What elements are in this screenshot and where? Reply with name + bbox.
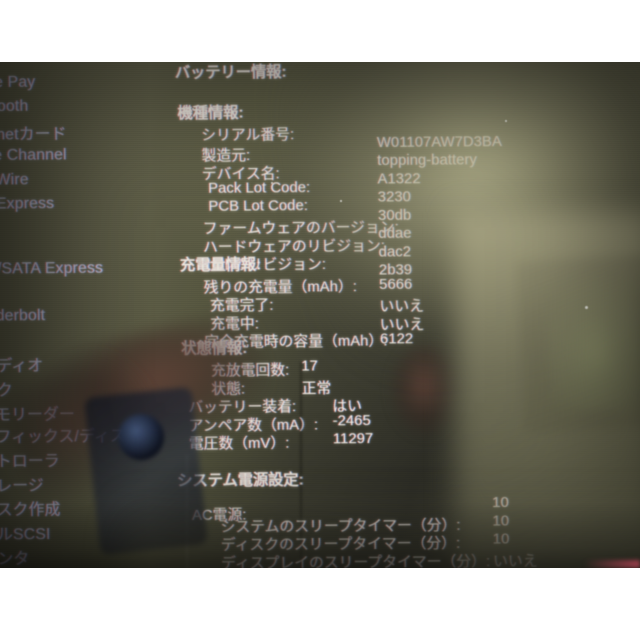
- row-label-pack-lot: Pack Lot Code:: [208, 179, 311, 197]
- letterbox-bottom: [0, 568, 640, 640]
- row-label-voltage: 電圧数（mV）:: [188, 435, 290, 453]
- bezel-glint: [584, 560, 640, 568]
- battery-detail-pane: バッテリー情報: 機種情報: シリアル番号: W01107AW7D3BA 製造元…: [0, 62, 640, 568]
- dust-speck: [585, 306, 588, 309]
- section-heading-power-settings: システム電源設定:: [177, 471, 304, 490]
- section-heading-health: 状態情報:: [181, 339, 248, 358]
- dust-speck: [340, 200, 342, 202]
- section-heading-charge: 充電量情報:: [179, 256, 262, 275]
- dust-speck: [192, 108, 194, 110]
- row-value-system-sleep-timer: 10: [492, 494, 509, 512]
- row-value-pack-lot: 3230: [377, 189, 412, 206]
- laptop-screen: …e Pay …tooth …rnetカード …e Channel …Wire …: [0, 62, 640, 568]
- row-value-hw-revision: dac2: [378, 243, 412, 261]
- dust-speck: [505, 120, 507, 122]
- row-value-device-name: A1322: [377, 170, 421, 188]
- row-label-display-sleep-timer: ディスプレイのスリープタイマー（分）:: [221, 553, 491, 568]
- row-value-disk-sleep-timer: 10: [492, 513, 510, 530]
- row-value-display-sleep-timer: 10: [492, 531, 510, 548]
- row-value-voltage: 11297: [332, 431, 374, 448]
- row-label-serial: シリアル番号:: [201, 127, 295, 145]
- row-value-manufacturer: topping-battery: [377, 152, 478, 170]
- row-value-amperage: -2465: [332, 412, 371, 430]
- row-value-condition: 正常: [301, 380, 332, 398]
- row-value-full-capacity: 6122: [379, 331, 414, 348]
- section-heading-model: 機種情報:: [177, 104, 244, 122]
- row-value-remaining: 5666: [379, 276, 413, 293]
- row-label-pcb-lot: PCB Lot Code:: [208, 198, 309, 216]
- letterbox-top: [0, 0, 640, 62]
- system-information-window: …e Pay …tooth …rnetカード …e Channel …Wire …: [0, 62, 640, 568]
- row-value-serial: W01107AW7D3BA: [376, 133, 502, 151]
- pane-title: バッテリー情報:: [174, 63, 287, 82]
- row-value-cycle-count: 17: [301, 358, 319, 375]
- photo-of-screen: …e Pay …tooth …rnetカード …e Channel …Wire …: [0, 0, 640, 640]
- dust-speck: [271, 182, 273, 184]
